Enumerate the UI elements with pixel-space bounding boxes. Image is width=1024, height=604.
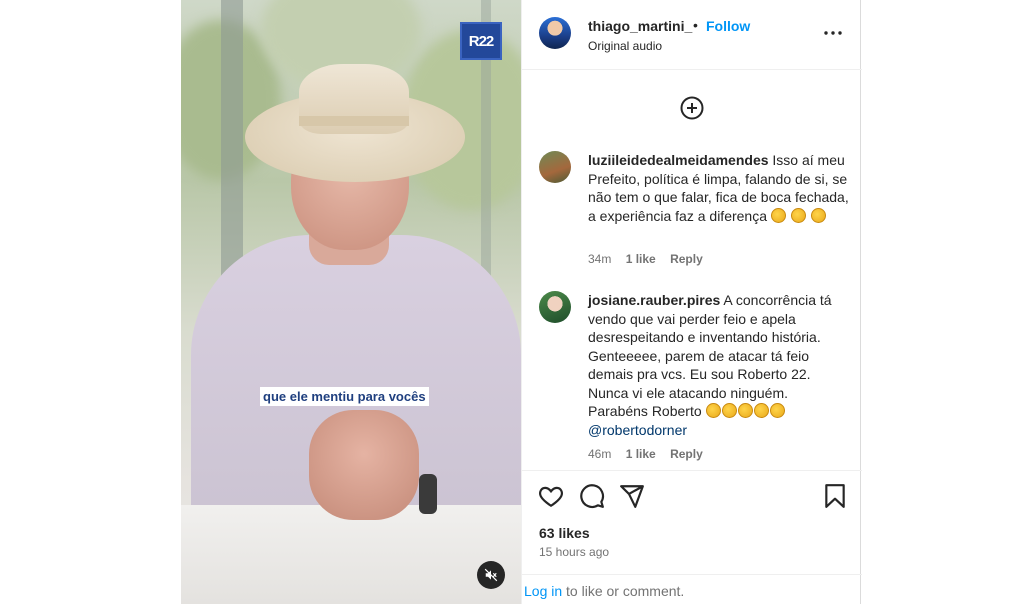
author-avatar[interactable] (539, 17, 571, 49)
more-horizontal-icon (824, 31, 842, 35)
reply-button[interactable]: Reply (670, 447, 703, 461)
heart-icon[interactable] (538, 483, 564, 509)
clapping-hands-emoji (705, 403, 721, 418)
audio-label[interactable]: Original audio (588, 39, 662, 53)
speaker-muted-icon (484, 568, 498, 582)
reply-button[interactable]: Reply (670, 252, 703, 266)
clapping-hands-emoji (769, 403, 785, 418)
comment-time[interactable]: 34m (588, 252, 611, 266)
post-video[interactable]: R22 que ele mentiu para vocês (181, 0, 521, 604)
comment-text: josiane.rauber.pires A concorrência tá v… (588, 291, 850, 439)
follow-button[interactable]: Follow (706, 18, 750, 34)
clapping-hands-emoji (790, 207, 806, 223)
add-circle-icon[interactable] (680, 96, 704, 120)
post-timestamp[interactable]: 15 hours ago (539, 545, 609, 559)
share-paper-plane-icon[interactable] (619, 483, 645, 509)
login-prompt: Log in to like or comment. (524, 583, 684, 599)
comment-likes[interactable]: 1 like (626, 252, 656, 266)
commenter-username[interactable]: josiane.rauber.pires (588, 292, 720, 308)
clapping-hands-emoji (721, 403, 737, 418)
user-mention-link[interactable]: @robertodorner (588, 422, 687, 438)
commenter-avatar[interactable] (539, 151, 571, 183)
comment-body: A concorrência tá vendo que vai perder f… (588, 292, 832, 419)
hat-band (299, 116, 409, 126)
clapping-hands-emoji (770, 207, 786, 223)
commenter-avatar[interactable] (539, 291, 571, 323)
login-prompt-text: to like or comment. (566, 583, 685, 599)
comment-meta: 46m 1 like Reply (588, 447, 714, 461)
author-username[interactable]: thiago_martini_ (588, 18, 692, 34)
comment-meta: 34m 1 like Reply (588, 252, 714, 266)
action-bar (522, 470, 862, 520)
comment-item: luziileidedealmeidamendes Isso aí meu Pr… (539, 151, 849, 271)
clapping-hands-emoji (810, 207, 826, 223)
wristwatch (419, 474, 437, 514)
comment-time[interactable]: 46m (588, 447, 611, 461)
comment-bubble-icon[interactable] (579, 483, 605, 509)
video-subtitle: que ele mentiu para vocês (260, 387, 429, 406)
window-frame (221, 0, 243, 300)
login-link[interactable]: Log in (524, 583, 562, 599)
mute-button[interactable] (477, 561, 505, 589)
comment-likes[interactable]: 1 like (626, 447, 656, 461)
clapping-hands-emoji (737, 403, 753, 418)
post-side-panel: thiago_martini_ • Follow Original audio … (521, 0, 862, 604)
comment-item: josiane.rauber.pires A concorrência tá v… (539, 291, 849, 466)
likes-count[interactable]: 63 likes (539, 525, 590, 541)
comment-text: luziileidedealmeidamendes Isso aí meu Pr… (588, 151, 850, 225)
post-header: thiago_martini_ • Follow Original audio (522, 0, 862, 70)
separator-dot: • (693, 17, 698, 33)
clapping-hands-emoji (753, 403, 769, 418)
more-options-button[interactable] (822, 22, 844, 44)
login-footer: Log in to like or comment. (522, 574, 862, 604)
commenter-username[interactable]: luziileidedealmeidamendes (588, 152, 769, 168)
r22-logo: R22 (460, 22, 502, 60)
instagram-post: R22 que ele mentiu para vocês thiago_mar… (181, 0, 862, 604)
bookmark-icon[interactable] (822, 483, 848, 509)
clasped-hands (309, 410, 419, 520)
